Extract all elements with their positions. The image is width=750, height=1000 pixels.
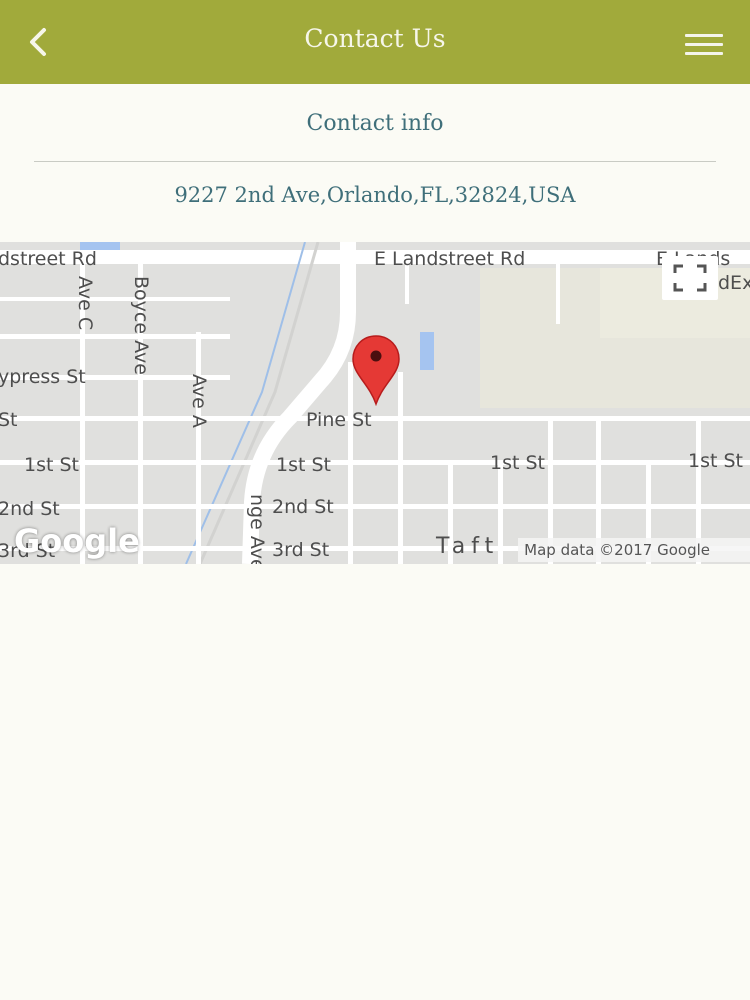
app-header: Contact Us: [0, 0, 750, 84]
street-label: 1st St: [276, 454, 331, 476]
street-label: Boyce Ave: [130, 276, 152, 375]
map-view[interactable]: dstreet Rd E Landstreet Rd E Lands dEx A…: [0, 242, 750, 564]
street-label: Pine St: [306, 409, 372, 431]
fullscreen-icon: [673, 264, 707, 292]
street-label: 1st St: [490, 452, 545, 474]
section-title: Contact info: [306, 111, 444, 136]
hamburger-menu-icon: [685, 34, 723, 37]
address-text[interactable]: 9227 2nd Ave,Orlando,FL,32824,USA: [0, 183, 750, 207]
google-logo: Google: [14, 522, 140, 560]
fullscreen-button[interactable]: [662, 256, 718, 300]
street-label: 1st St: [24, 454, 79, 476]
street-label: 2nd St: [0, 498, 60, 520]
street-label: nge Ave: [246, 494, 268, 564]
street-label: St: [0, 409, 18, 431]
street-label: ypress St: [0, 366, 86, 388]
menu-button[interactable]: [680, 28, 728, 60]
street-label: Ave C: [74, 276, 96, 331]
street-label: Ave A: [188, 374, 210, 428]
page-title: Contact Us: [304, 24, 446, 53]
area-label: Taft: [436, 534, 500, 559]
street-label: E Landstreet Rd: [374, 248, 526, 270]
street-label: 1st St: [688, 450, 743, 472]
street-label: 3rd St: [272, 539, 330, 561]
map-attribution[interactable]: Map data ©2017 Google: [518, 538, 750, 562]
divider: [34, 161, 716, 162]
map-pin-icon[interactable]: [349, 334, 403, 406]
street-label: 2nd St: [272, 496, 334, 518]
street-label: dstreet Rd: [0, 248, 97, 270]
poi-label: dEx: [718, 272, 750, 294]
